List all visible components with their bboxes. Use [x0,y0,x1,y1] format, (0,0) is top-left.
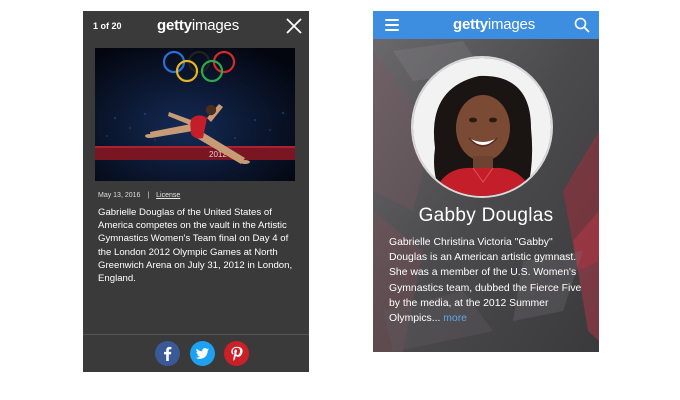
gallery-screen: 1 of 20 gettyimages 2012 May 13, 2016 | … [83,11,309,372]
pinterest-share-button[interactable] [224,341,249,366]
photo-caption: Gabrielle Douglas of the United States o… [98,207,293,285]
search-icon[interactable] [574,17,590,33]
logo-bold-text: getty [157,17,192,34]
more-link[interactable]: more [443,313,467,324]
meta-separator: | [147,192,150,199]
license-link[interactable]: License [156,192,180,199]
close-icon[interactable] [285,17,303,35]
facebook-share-button[interactable] [155,341,180,366]
getty-images-logo[interactable]: gettyimages [453,16,535,33]
pinterest-icon [224,341,249,366]
gallery-header: 1 of 20 gettyimages [83,11,309,41]
profile-header: gettyimages [373,11,599,39]
share-bar [83,334,309,372]
getty-images-logo[interactable]: gettyimages [157,17,239,34]
athlete-name: Gabby Douglas [418,205,554,226]
logo-regular-text: images [191,17,239,34]
logo-bold-text: getty [453,16,488,33]
logo-regular-text: images [487,16,535,33]
athlete-bio-text: Gabrielle Christina Victoria "Gabby" Dou… [389,237,582,325]
facebook-icon [155,341,180,366]
gymnast-photo[interactable]: 2012 [95,48,295,181]
athlete-profile-screen: gettyimages Gabby Douglas Gabrielle Chri… [373,11,599,352]
photo-date: May 13, 2016 [98,192,141,199]
twitter-share-button[interactable] [190,341,215,366]
athlete-bio: Gabrielle Christina Victoria "Gabby" Dou… [389,235,589,326]
athlete-portrait[interactable] [411,56,553,198]
hamburger-menu-icon[interactable] [385,19,399,31]
twitter-icon [190,341,215,366]
image-counter: 1 of 20 [93,21,122,31]
photo-meta: May 13, 2016 | License [98,192,180,199]
